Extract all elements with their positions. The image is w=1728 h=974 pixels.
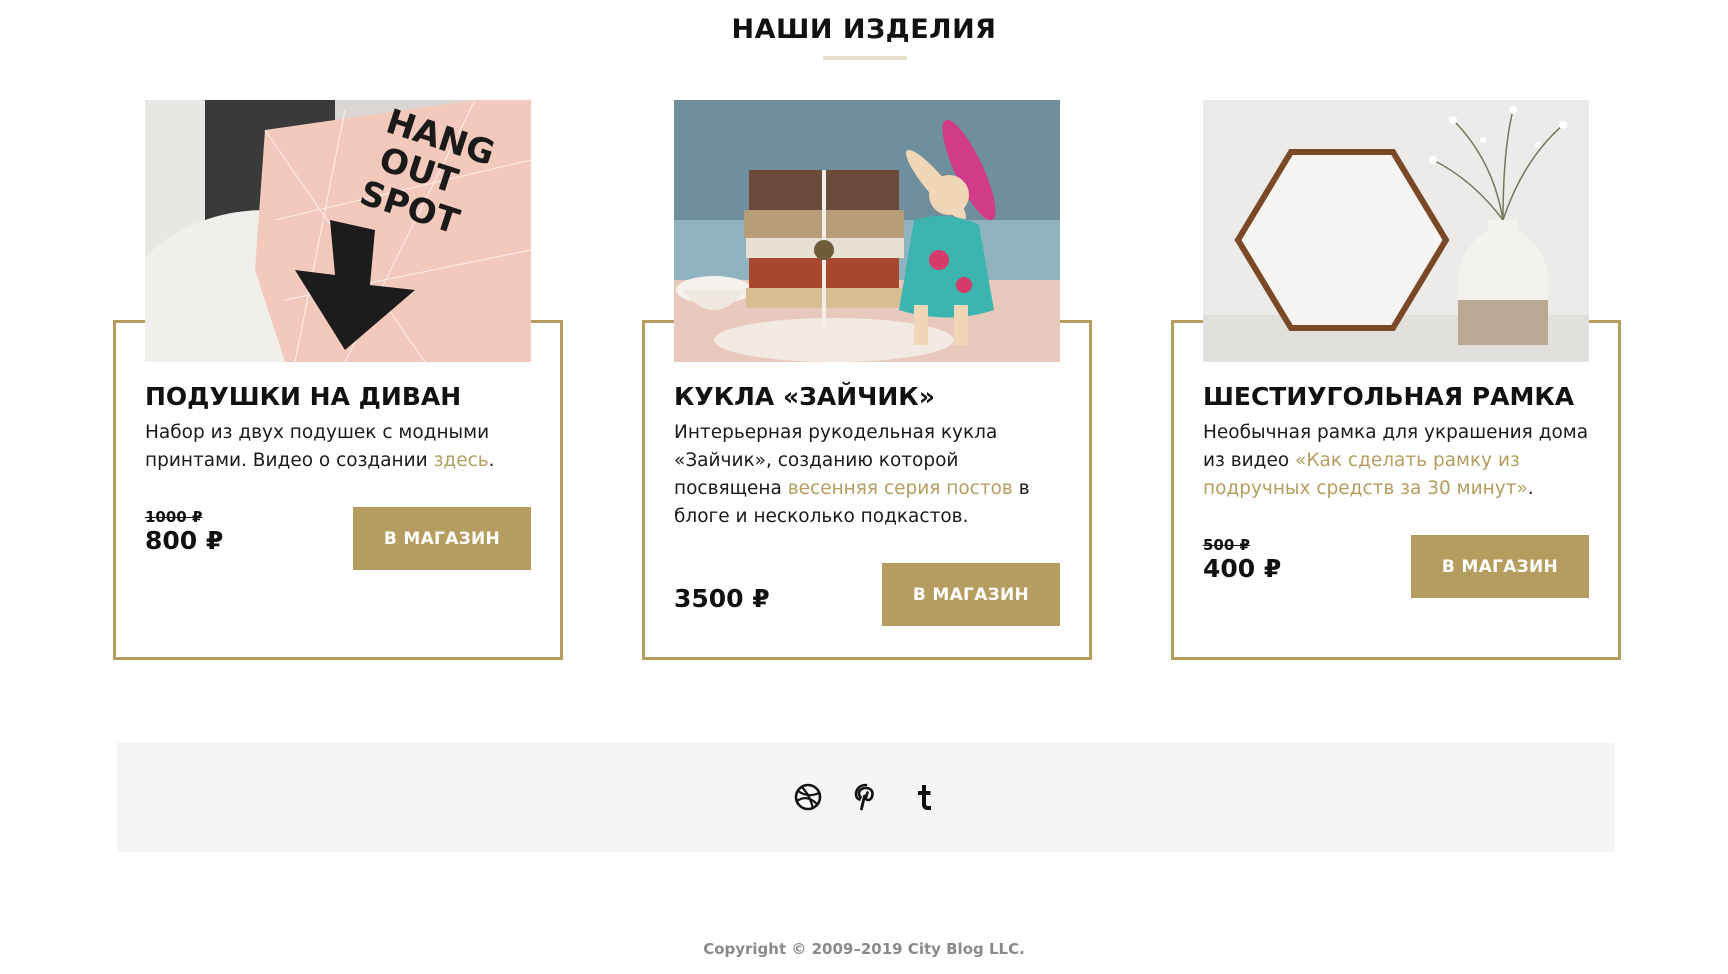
current-price: 400 ₽ [1203,554,1282,583]
old-price: 500 ₽ [1203,536,1250,554]
product-card-pillows: HANG OUT SPOT ПОДУШКИ НА ДИВАН Набор из … [113,90,563,660]
product-description: Интерьерная рукодельная кукла «Зайчик», … [674,419,1064,531]
price-block: 1000 ₽ 800 ₽ [145,508,223,556]
card-body: ПОДУШКИ НА ДИВАН Набор из двух подушек с… [145,382,535,475]
old-price: 1000 ₽ [145,508,203,526]
current-price: 3500 ₽ [674,584,770,613]
product-card-bunny-doll: КУКЛА «ЗАЙЧИК» Интерьерная рукодельная к… [642,90,1092,660]
product-image-hexagon-frame[interactable] [1203,100,1589,362]
shop-button[interactable]: В МАГАЗИН [882,563,1060,626]
posts-link[interactable]: весенняя серия постов [788,478,1013,499]
product-title: КУКЛА «ЗАЙЧИК» [674,382,935,411]
copyright-text: Copyright © 2009–2019 City Blog LLC. [703,940,1025,958]
title-underline [823,56,907,60]
current-price: 800 ₽ [145,526,224,555]
card-frame [113,320,563,660]
social-bar [117,742,1615,852]
description-text: . [488,450,495,471]
description-text: . [1527,478,1534,499]
shop-button[interactable]: В МАГАЗИН [353,507,531,570]
shop-button[interactable]: В МАГАЗИН [1411,535,1589,598]
card-body: КУКЛА «ЗАЙЧИК» Интерьерная рукодельная к… [674,382,1064,531]
product-card-hexagon-frame: ШЕСТИУГОЛЬНАЯ РАМКА Необычная рамка для … [1171,90,1621,660]
video-link[interactable]: здесь [434,450,489,471]
product-description: Набор из двух подушек с модными принтами… [145,419,535,475]
pinterest-icon[interactable] [849,780,883,814]
price-block: 3500 ₽ [674,584,770,614]
card-body: ШЕСТИУГОЛЬНАЯ РАМКА Необычная рамка для … [1203,382,1593,503]
product-image-bunny-doll[interactable] [674,100,1060,362]
product-title: ПОДУШКИ НА ДИВАН [145,382,462,411]
product-image-pillows[interactable]: HANG OUT SPOT [145,100,531,362]
section-title: НАШИ ИЗДЕЛИЯ [731,14,997,45]
product-title: ШЕСТИУГОЛЬНАЯ РАМКА [1203,382,1575,411]
price-block: 500 ₽ 400 ₽ [1203,536,1281,584]
dribbble-icon[interactable] [791,780,825,814]
product-description: Необычная рамка для украшения дома из ви… [1203,419,1593,503]
tumblr-icon[interactable] [907,780,941,814]
